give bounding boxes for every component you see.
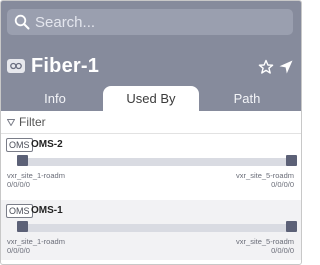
endpoint-node-left bbox=[17, 221, 28, 232]
star-icon[interactable] bbox=[258, 59, 274, 75]
tab-path[interactable]: Path bbox=[199, 86, 295, 111]
navigation-arrow-icon[interactable] bbox=[278, 59, 294, 75]
item-name: OMS-2 bbox=[31, 139, 63, 150]
page-title: Fiber-1 bbox=[31, 54, 100, 77]
left-port-label: 0/0/0/0 bbox=[7, 246, 30, 255]
oms-badge: OMS bbox=[6, 138, 33, 152]
search-input[interactable] bbox=[35, 10, 293, 34]
filter-icon bbox=[7, 118, 15, 126]
left-site-label: vxr_site_1-roadm bbox=[7, 237, 65, 246]
tab-used-by[interactable]: Used By bbox=[103, 86, 199, 111]
title-row: Fiber-1 bbox=[7, 53, 99, 79]
endpoint-node-right bbox=[286, 155, 297, 166]
path-line bbox=[23, 224, 287, 232]
used-by-item-oms-1[interactable]: OMS OMS-1 vxr_site_1-roadm 0/0/0/0 vxr_s… bbox=[1, 200, 301, 260]
right-port-label: 0/0/0/0 bbox=[271, 180, 294, 189]
search-icon bbox=[9, 9, 35, 35]
panel-header: Fiber-1 Info Used By Path bbox=[1, 1, 301, 111]
path-line bbox=[23, 158, 287, 166]
search-bar[interactable] bbox=[7, 9, 293, 35]
right-site-label: vxr_site_5-roadm bbox=[236, 171, 294, 180]
used-by-panel: Fiber-1 Info Used By Path Filter OMS OMS bbox=[0, 0, 302, 265]
right-port-label: 0/0/0/0 bbox=[271, 246, 294, 255]
tab-info[interactable]: Info bbox=[7, 86, 103, 111]
link-icon bbox=[7, 59, 25, 73]
left-site-label: vxr_site_1-roadm bbox=[7, 171, 65, 180]
right-site-label: vxr_site_5-roadm bbox=[236, 237, 294, 246]
filter-label: Filter bbox=[19, 115, 46, 129]
used-by-item-oms-2[interactable]: OMS OMS-2 vxr_site_1-roadm 0/0/0/0 vxr_s… bbox=[1, 134, 301, 194]
oms-badge: OMS bbox=[6, 204, 33, 218]
left-port-label: 0/0/0/0 bbox=[7, 180, 30, 189]
filter-toggle[interactable]: Filter bbox=[1, 111, 301, 134]
endpoint-node-right bbox=[286, 221, 297, 232]
endpoint-node-left bbox=[17, 155, 28, 166]
item-name: OMS-1 bbox=[31, 205, 63, 216]
tab-bar: Info Used By Path bbox=[1, 86, 301, 111]
